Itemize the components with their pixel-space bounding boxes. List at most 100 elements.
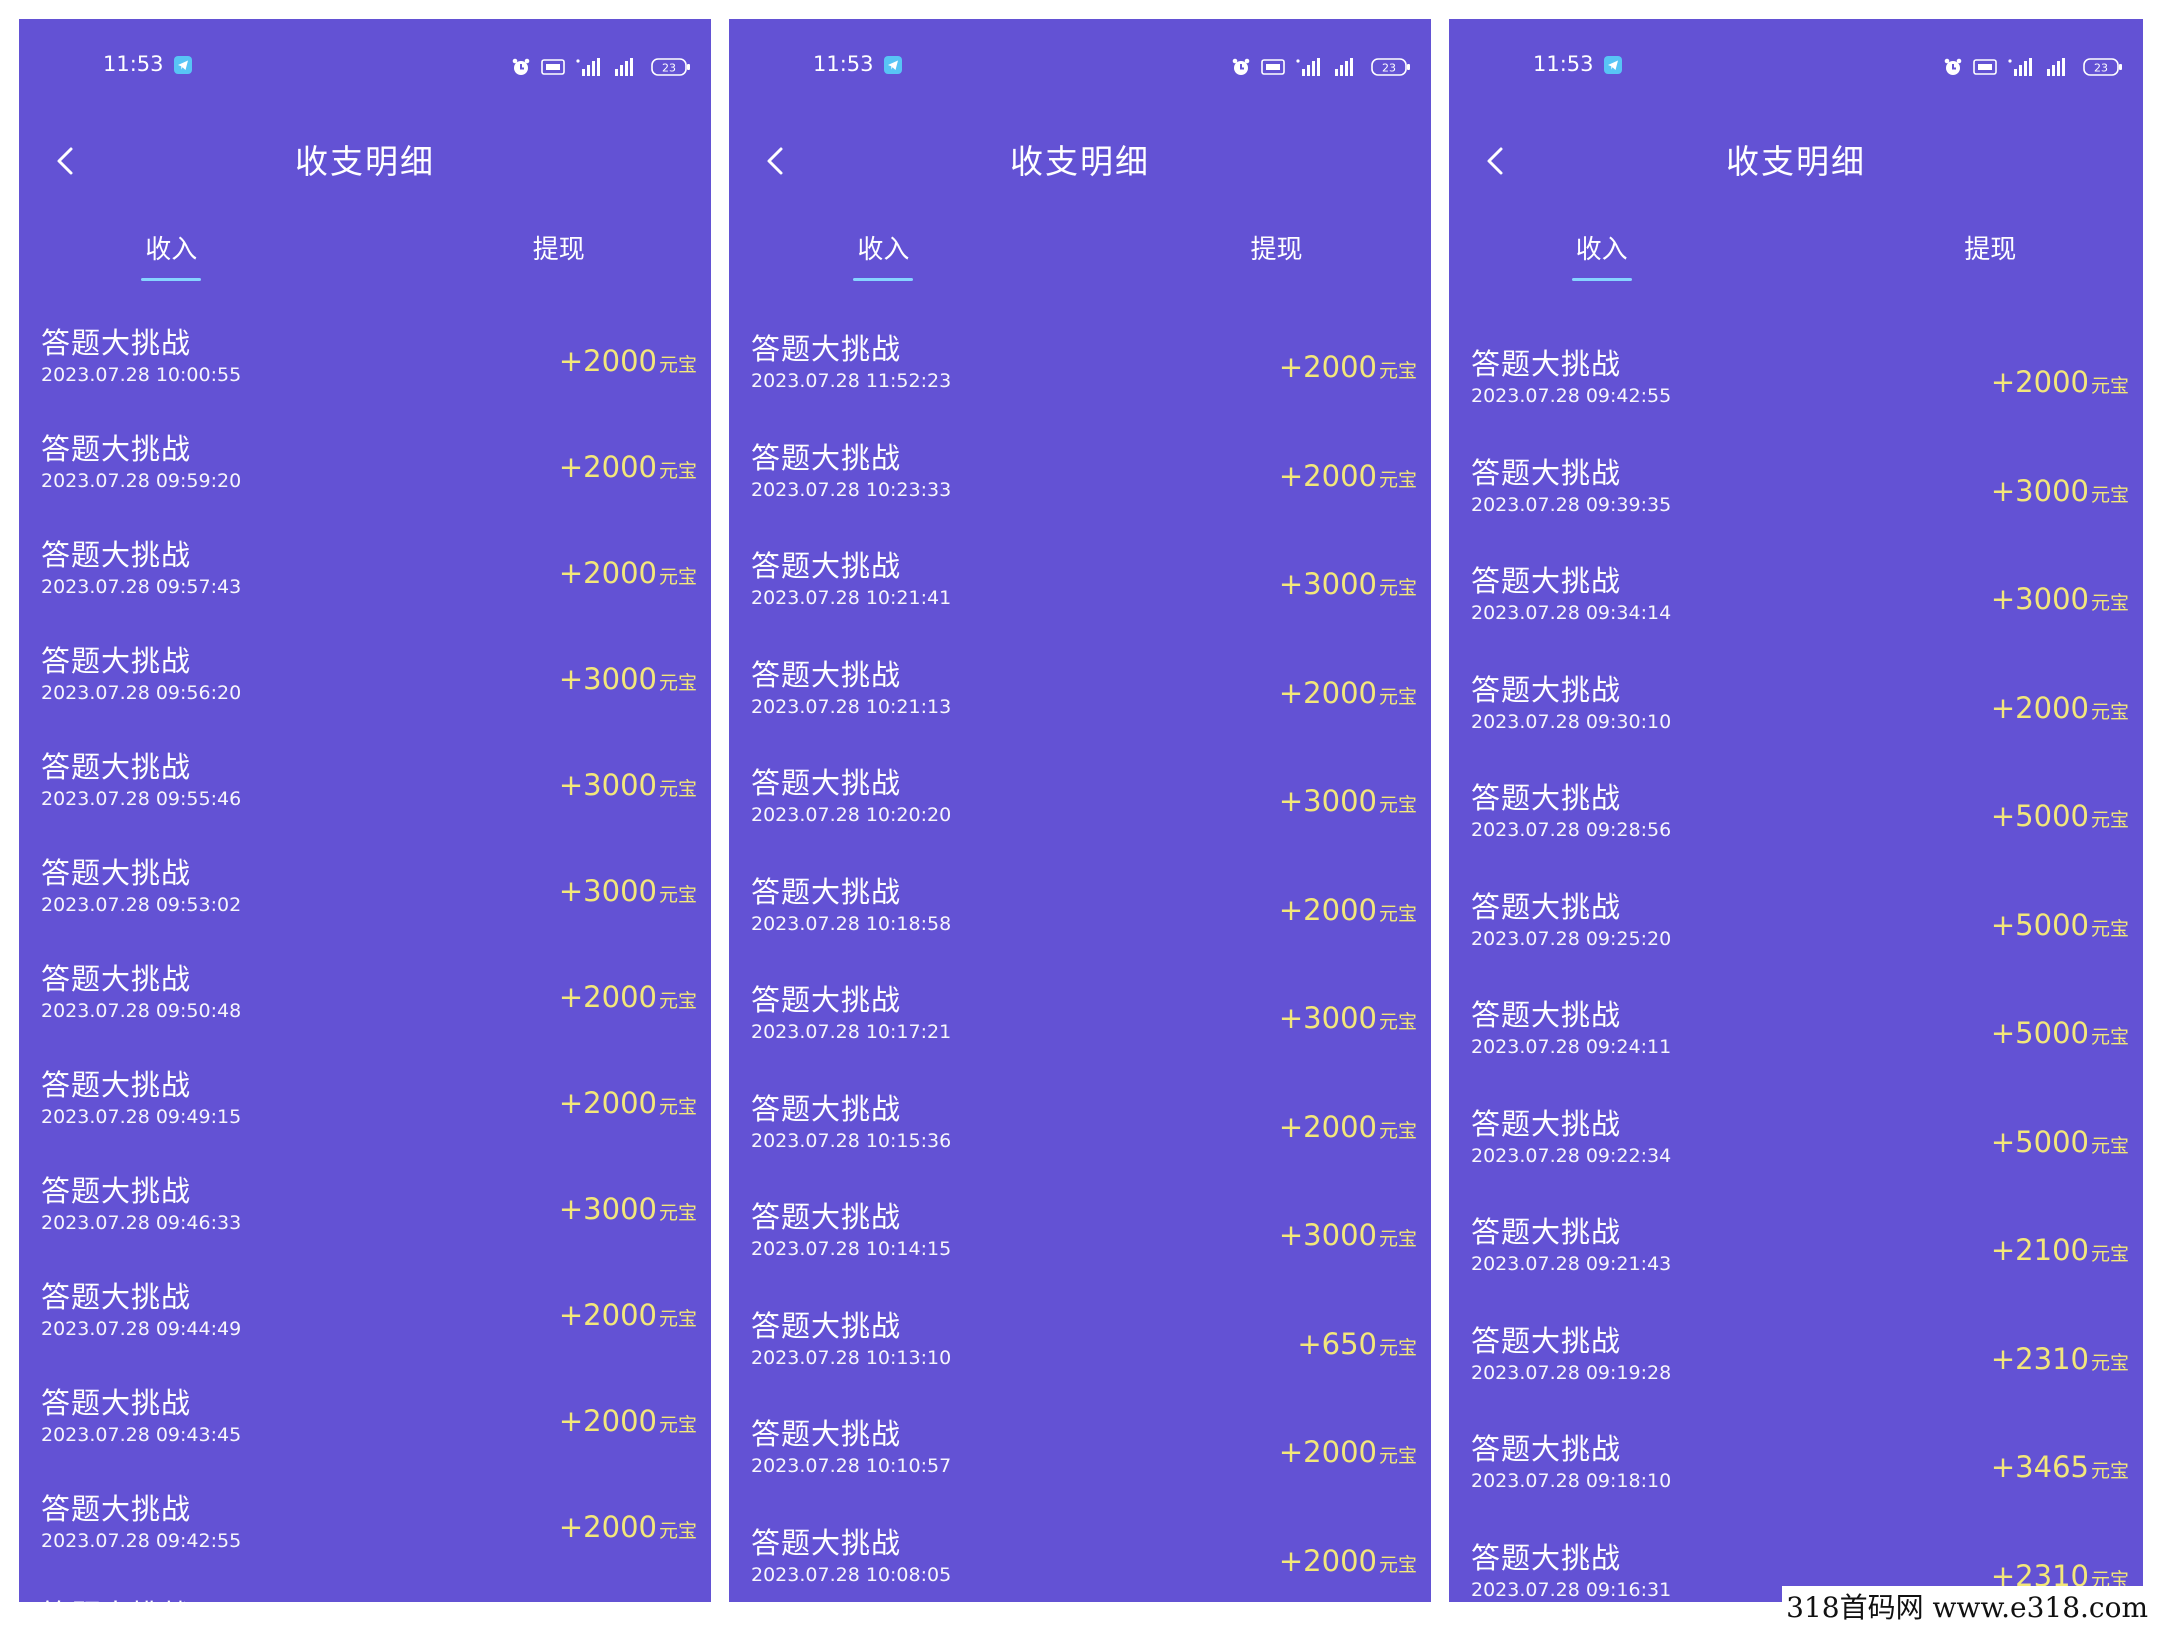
amount-unit: 元宝 — [658, 778, 697, 800]
record-row[interactable]: 答题大挑战 2023.07.28 10:18:58 +2000 元宝 — [729, 849, 1431, 958]
nav-bar: 收支明细 — [729, 127, 1431, 197]
record-amount: +3000 元宝 — [1279, 1001, 1417, 1035]
record-row[interactable]: 答题大挑战 2023.07.28 09:59:20 +2000 元宝 — [19, 406, 711, 512]
phone-screen-2: 11:53 23 收支明细 收入 提现 答题大挑战 2023.07.28 11:… — [729, 19, 1431, 1602]
record-title: 答题大挑战 — [751, 1200, 902, 1234]
record-row[interactable]: 答题大挑战 2023.07.28 10:13:10 +650 元宝 — [729, 1283, 1431, 1392]
record-amount: +2000 元宝 — [559, 450, 697, 484]
record-time: 2023.07.28 10:18:58 — [751, 912, 952, 935]
record-row[interactable]: 答题大挑战 2023.07.28 09:57:43 +2000 元宝 — [19, 512, 711, 618]
record-row[interactable]: 答题大挑战 2023.07.28 09:50:48 +2000 元宝 — [19, 936, 711, 1042]
record-row[interactable]: 答题大挑战 2023.07.28 10:21:41 +3000 元宝 — [729, 523, 1431, 632]
tab-withdraw[interactable]: 提现 — [1870, 229, 2110, 266]
record-list[interactable]: 答题大挑战 2023.07.28 10:00:55 +2000 元宝 答题大挑战 2023… — [19, 300, 711, 1602]
record-row[interactable]: 答题大挑战 2023.07.28 10:15:36 +2000 元宝 — [729, 1066, 1431, 1175]
record-title: 答题大挑战 — [41, 538, 192, 572]
record-row[interactable]: 答题大挑战 2023.07.28 09:42:55 +2000 元宝 — [19, 1466, 711, 1572]
record-time: 2023.07.28 10:10:57 — [751, 1455, 952, 1477]
record-title: 答题大挑战 — [41, 750, 192, 784]
record-row[interactable]: 答题大挑战 2023.07.28 09:39:35 +3000 元宝 — [1449, 430, 2143, 539]
amount-unit: 元宝 — [658, 990, 697, 1012]
amount-value: +3000 — [1990, 582, 2089, 616]
record-row[interactable]: 答题大挑战 2023.07.28 09:56:20 +3000 元宝 — [19, 618, 711, 724]
record-row[interactable]: 答题大挑战 2023.07.28 10:08:05 +2000 元宝 — [729, 1500, 1431, 1603]
record-time: 2023.07.28 09:25:20 — [1471, 927, 1672, 950]
record-time: 2023.07.28 10:00:55 — [41, 364, 242, 386]
tab-income[interactable]: 收入 — [1482, 229, 1722, 281]
record-amount: +3000 元宝 — [559, 874, 697, 908]
alarm-icon — [1232, 58, 1250, 75]
nav-bar: 收支明细 — [1449, 127, 2143, 197]
record-title: 答题大挑战 — [751, 1308, 902, 1343]
phone-screen-1: 11:53 23 收支明细 收入 提现 答题大挑战 2023.07.28 10:… — [19, 19, 711, 1602]
record-time: 2023.07.28 09:18:10 — [1471, 1470, 1672, 1492]
tab-label: 收入 — [145, 235, 198, 265]
record-row[interactable]: 答题大挑战 2023.07.28 09:34:14 +3000 元宝 — [1449, 538, 2143, 647]
amount-unit: 元宝 — [1378, 1553, 1417, 1576]
record-row[interactable]: 答题大挑战 2023.07.28 10:14:15 +3000 元宝 — [729, 1174, 1431, 1283]
record-row[interactable]: 答题大挑战 2023.07.28 09:18:10 +3465 元宝 — [1449, 1406, 2143, 1515]
alarm-icon — [512, 58, 530, 75]
record-time: 2023.07.28 09:16:31 — [1471, 1578, 1672, 1601]
amount-unit: 元宝 — [2090, 1026, 2129, 1048]
amount-value: +5000 — [1990, 1124, 2089, 1159]
amount-value: +5000 — [1990, 907, 2089, 942]
record-row[interactable]: 答题大挑战 — [19, 1572, 711, 1602]
record-row[interactable]: 答题大挑战 2023.07.28 09:46:33 +3000 元宝 — [19, 1148, 711, 1254]
record-row[interactable]: 答题大挑战 2023.07.28 09:30:10 +2000 元宝 — [1449, 647, 2143, 756]
record-title: 答题大挑战 — [751, 1525, 902, 1560]
amount-unit: 元宝 — [2090, 917, 2129, 940]
amount-unit: 元宝 — [1378, 1336, 1417, 1359]
amount-value: +2000 — [558, 1510, 657, 1544]
amount-value: +2000 — [1278, 458, 1377, 493]
signal-icon-1 — [576, 58, 600, 76]
record-row[interactable]: 答题大挑战 2023.07.28 10:10:57 +2000 元宝 — [729, 1391, 1431, 1500]
record-row[interactable]: 答题大挑战 2023.07.28 09:43:45 +2000 元宝 — [19, 1360, 711, 1466]
record-list[interactable]: 答题大挑战 2023.07.28 11:52:23 +2000 元宝 答题大挑战 2023… — [729, 306, 1431, 1602]
record-row[interactable]: 答题大挑战 2023.07.28 10:20:20 +3000 元宝 — [729, 740, 1431, 849]
record-row[interactable]: 答题大挑战 2023.07.28 09:22:34 +5000 元宝 — [1449, 1081, 2143, 1190]
record-row[interactable]: 答题大挑战 2023.07.28 09:44:49 +2000 元宝 — [19, 1254, 711, 1360]
record-title: 答题大挑战 — [1471, 564, 1622, 598]
record-row[interactable]: 答题大挑战 2023.07.28 09:21:43 +2100 元宝 — [1449, 1189, 2143, 1298]
record-row[interactable]: 答题大挑战 2023.07.28 09:42:55 +2000 元宝 — [1449, 321, 2143, 430]
amount-unit: 元宝 — [658, 1520, 697, 1542]
page-title: 收支明细 — [295, 142, 435, 181]
tab-income[interactable]: 收入 — [763, 229, 1003, 281]
record-title: 答题大挑战 — [41, 856, 192, 890]
tab-withdraw[interactable]: 提现 — [439, 229, 679, 266]
record-row[interactable]: 答题大挑战 2023.07.28 11:52:23 +2000 元宝 — [729, 306, 1431, 415]
record-amount: +2000 元宝 — [1279, 1110, 1417, 1144]
record-row[interactable]: 答题大挑战 2023.07.28 09:53:02 +3000 元宝 — [19, 830, 711, 936]
record-amount: +2000 元宝 — [559, 980, 697, 1014]
record-row[interactable]: 答题大挑战 2023.07.28 09:24:11 +5000 元宝 — [1449, 972, 2143, 1081]
amount-value: +3000 — [558, 1192, 657, 1226]
record-time: 2023.07.28 09:22:34 — [1471, 1144, 1672, 1167]
record-title: 答题大挑战 — [1471, 1106, 1622, 1141]
record-amount: +3000 元宝 — [1991, 582, 2129, 616]
record-amount: +2000 元宝 — [1279, 676, 1417, 710]
record-row[interactable]: 答题大挑战 2023.07.28 09:55:46 +3000 元宝 — [19, 724, 711, 830]
record-list[interactable]: 答题大挑战 2023.07.28 09:42:55 +2000 元宝 答题大挑战 2023… — [1449, 321, 2143, 1602]
tab-income[interactable]: 收入 — [51, 229, 291, 281]
amount-value: +3465 — [1990, 1450, 2089, 1484]
record-row[interactable]: 答题大挑战 2023.07.28 09:28:56 +5000 元宝 — [1449, 755, 2143, 864]
record-title: 答题大挑战 — [751, 1417, 902, 1451]
record-row[interactable]: 答题大挑战 2023.07.28 10:00:55 +2000 元宝 — [19, 300, 711, 406]
record-row[interactable]: 答题大挑战 2023.07.28 10:17:21 +3000 元宝 — [729, 957, 1431, 1066]
record-row[interactable]: 答题大挑战 2023.07.28 09:25:20 +5000 元宝 — [1449, 864, 2143, 973]
record-row[interactable]: 答题大挑战 2023.07.28 10:21:13 +2000 元宝 — [729, 632, 1431, 741]
amount-unit: 元宝 — [1378, 577, 1417, 599]
tab-withdraw[interactable]: 提现 — [1157, 229, 1397, 266]
amount-value: +3000 — [1278, 567, 1377, 601]
record-row[interactable]: 答题大挑战 2023.07.28 10:23:33 +2000 元宝 — [729, 415, 1431, 524]
record-row[interactable]: 答题大挑战 2023.07.28 09:49:15 +2000 元宝 — [19, 1042, 711, 1148]
record-title: 答题大挑战 — [751, 766, 902, 800]
status-time: 11:53 — [813, 52, 874, 76]
record-title: 答题大挑战 — [751, 332, 902, 366]
active-tab-indicator — [1571, 278, 1632, 281]
amount-unit: 元宝 — [658, 1096, 697, 1118]
amount-unit: 元宝 — [2090, 1243, 2129, 1265]
record-row[interactable]: 答题大挑战 2023.07.28 09:19:28 +2310 元宝 — [1449, 1298, 2143, 1407]
signal-icon-2 — [2047, 58, 2065, 76]
